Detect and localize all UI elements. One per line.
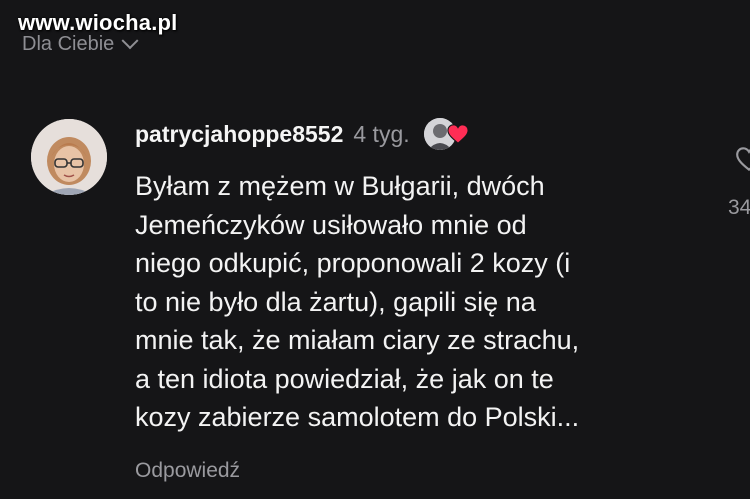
heart-icon [447,124,469,144]
avatar-image [31,119,107,195]
comment-line: to nie było dla żartu), gapili się na [135,286,536,317]
comment-line: Byłam z mężem w Bułgarii, dwóch [135,171,545,201]
comment-line: kozy zabierze samolotem do Polski... [135,402,580,432]
comment-text: Byłam z mężem w Bułgarii, dwóch Jemeńczy… [135,167,715,437]
comment-timestamp: 4 tyg. [353,121,410,147]
comment-like-button[interactable] [728,142,750,172]
comment-header: patrycjahoppe8552 4 tyg. [135,118,476,150]
comment-line: mnie tak, że miałam ciary ze strachu, [135,325,580,355]
feed-label-text: Dla Ciebie [22,33,115,55]
creator-liked-badge [423,118,476,150]
like-count: 34 [728,196,750,219]
feed-selector[interactable]: Dla Ciebie [22,31,139,56]
site-watermark: www.wiocha.pl [18,10,178,35]
comment-username[interactable]: patrycjahoppe8552 [135,118,343,150]
comment-line: niego odkupić, proponowali 2 kozy (i [135,248,571,278]
comment-line: a ten idiota powiedział, że jak on te [135,363,554,394]
commenter-avatar[interactable] [31,119,107,195]
heart-outline-icon [736,147,750,171]
comment-line: Jemeńczyków usiłowało mnie od [135,209,527,240]
reply-button[interactable]: Odpowiedź [135,459,240,483]
